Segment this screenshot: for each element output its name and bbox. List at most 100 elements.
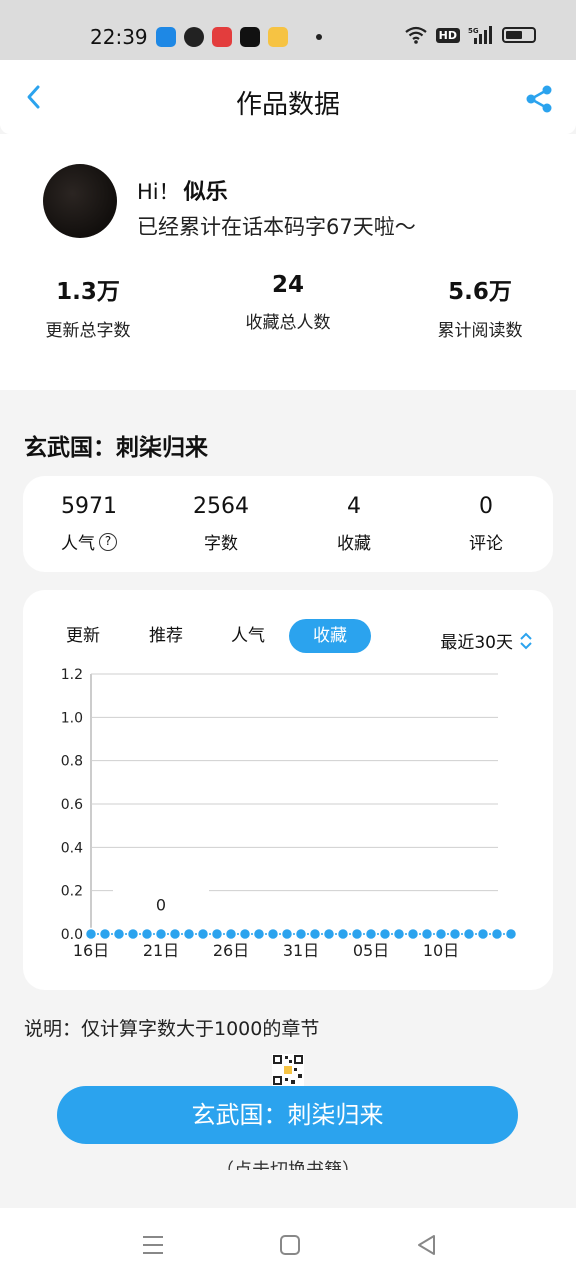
sort-toggle-icon	[520, 632, 532, 649]
data-point	[378, 927, 392, 941]
metric-comments: 0 评论	[420, 494, 552, 554]
profile-section: Hi！ 似乐 已经累计在话本码字67天啦～ 1.3万 更新总字数 24 收藏总人数…	[0, 134, 576, 390]
tab-favorites[interactable]: 收藏	[289, 619, 371, 653]
data-point	[84, 927, 98, 941]
period-label: 最近30天	[440, 633, 513, 653]
back-nav-icon[interactable]	[414, 1232, 440, 1258]
tiktok-icon	[240, 27, 260, 47]
x-tick-label: 10日	[423, 941, 459, 960]
y-tick-label: 0.4	[61, 840, 83, 856]
status-bar: 22:39 HD 5G	[0, 0, 576, 60]
data-point	[434, 927, 448, 941]
data-point	[462, 927, 476, 941]
metric-favorites: 4 收藏	[288, 494, 420, 554]
more-notifications-dot	[316, 34, 322, 40]
stat-label: 更新总字数	[45, 321, 131, 341]
stat-total-favorites: 24 收藏总人数	[198, 272, 378, 333]
data-point	[140, 927, 154, 941]
data-point	[154, 927, 168, 941]
data-point	[280, 927, 294, 941]
data-point	[98, 927, 112, 941]
data-point	[126, 927, 140, 941]
data-point	[252, 927, 266, 941]
tooltip-value: 0	[156, 896, 166, 915]
data-point	[364, 927, 378, 941]
avatar[interactable]	[43, 164, 117, 238]
favorites-line-chart: 1.21.00.80.60.40.20.016日 21日 26日 31日 05日 10日0	[61, 667, 518, 960]
greeting: Hi！ 似乐	[137, 174, 228, 206]
data-point	[490, 927, 504, 941]
stat-value: 5.6万	[448, 279, 512, 305]
battery-icon	[502, 27, 536, 43]
help-icon[interactable]: ?	[99, 532, 117, 551]
metric-label: 字数	[204, 534, 238, 554]
wifi-icon	[404, 26, 427, 44]
data-point	[336, 927, 350, 941]
tab-update[interactable]: 更新	[42, 619, 124, 653]
data-point	[392, 927, 406, 941]
book-metrics-card: 5971 人气? 2564 字数 4 收藏 0 评论	[23, 476, 553, 572]
x-tick-label: 16日	[73, 941, 109, 960]
system-navigation-bar	[0, 1208, 576, 1280]
book-title: 玄武国：刺柒归来	[24, 435, 208, 461]
author-name: 似乐	[183, 180, 228, 205]
metric-label: 收藏	[337, 534, 371, 554]
menu-icon[interactable]	[140, 1232, 166, 1258]
qr-code-icon[interactable]	[272, 1054, 304, 1086]
stat-total-reads: 5.6万 累计阅读数	[390, 272, 570, 341]
x-tick-label: 21日	[143, 941, 179, 960]
data-point	[350, 927, 364, 941]
greeting-prefix: Hi！	[137, 180, 180, 204]
metric-value: 2564	[193, 494, 249, 519]
tab-popularity[interactable]: 人气	[207, 619, 289, 653]
status-time: 22:39	[90, 25, 148, 49]
data-point	[224, 927, 238, 941]
x-tick-label: 05日	[353, 941, 389, 960]
x-tick-label: 31日	[283, 941, 319, 960]
notification-icons	[156, 27, 322, 47]
data-point	[168, 927, 182, 941]
stat-label: 累计阅读数	[437, 321, 523, 341]
data-point	[406, 927, 420, 941]
data-point	[182, 927, 196, 941]
metric-label: 评论	[469, 534, 503, 554]
stat-value: 24	[271, 272, 304, 298]
data-point	[322, 927, 336, 941]
data-point	[476, 927, 490, 941]
system-icons: HD 5G	[404, 26, 536, 44]
share-icon[interactable]	[524, 84, 554, 114]
writing-days-text: 已经累计在话本码字67天啦～	[137, 215, 416, 239]
note-text: 说明：仅计算字数大于1000的章节	[24, 1018, 320, 1040]
home-icon[interactable]	[277, 1232, 303, 1258]
metric-value: 4	[347, 494, 361, 519]
signal-icon: 5G	[468, 26, 492, 44]
reader-icon	[268, 27, 288, 47]
metric-value: 0	[479, 494, 493, 519]
data-point	[238, 927, 252, 941]
y-tick-label: 0.6	[61, 797, 83, 813]
y-tick-label: 1.2	[61, 667, 83, 683]
y-tick-label: 0.8	[61, 754, 83, 770]
data-point	[196, 927, 210, 941]
tab-recommend[interactable]: 推荐	[125, 619, 207, 653]
stat-label: 收藏总人数	[245, 313, 331, 333]
y-tick-label: 0.2	[61, 884, 83, 900]
metric-popularity: 5971 人气?	[23, 494, 155, 554]
page-title: 作品数据	[235, 90, 340, 120]
browser-icon	[156, 27, 176, 47]
metric-value: 5971	[61, 494, 117, 519]
period-selector[interactable]: 最近30天	[440, 628, 533, 653]
feather-icon	[184, 27, 204, 47]
hd-badge: HD	[435, 27, 460, 43]
stat-total-words: 1.3万 更新总字数	[0, 272, 178, 341]
data-point	[504, 927, 518, 941]
metric-word-count: 2564 字数	[155, 494, 287, 554]
select-book-button[interactable]: 玄武国：刺柒归来	[57, 1086, 518, 1144]
data-point	[210, 927, 224, 941]
switch-book-link[interactable]: （点击切换书籍）	[0, 1158, 576, 1170]
app-header: 作品数据	[0, 60, 576, 134]
toutiao-icon	[212, 27, 232, 47]
data-point	[112, 927, 126, 941]
data-point	[266, 927, 280, 941]
data-point	[448, 927, 462, 941]
